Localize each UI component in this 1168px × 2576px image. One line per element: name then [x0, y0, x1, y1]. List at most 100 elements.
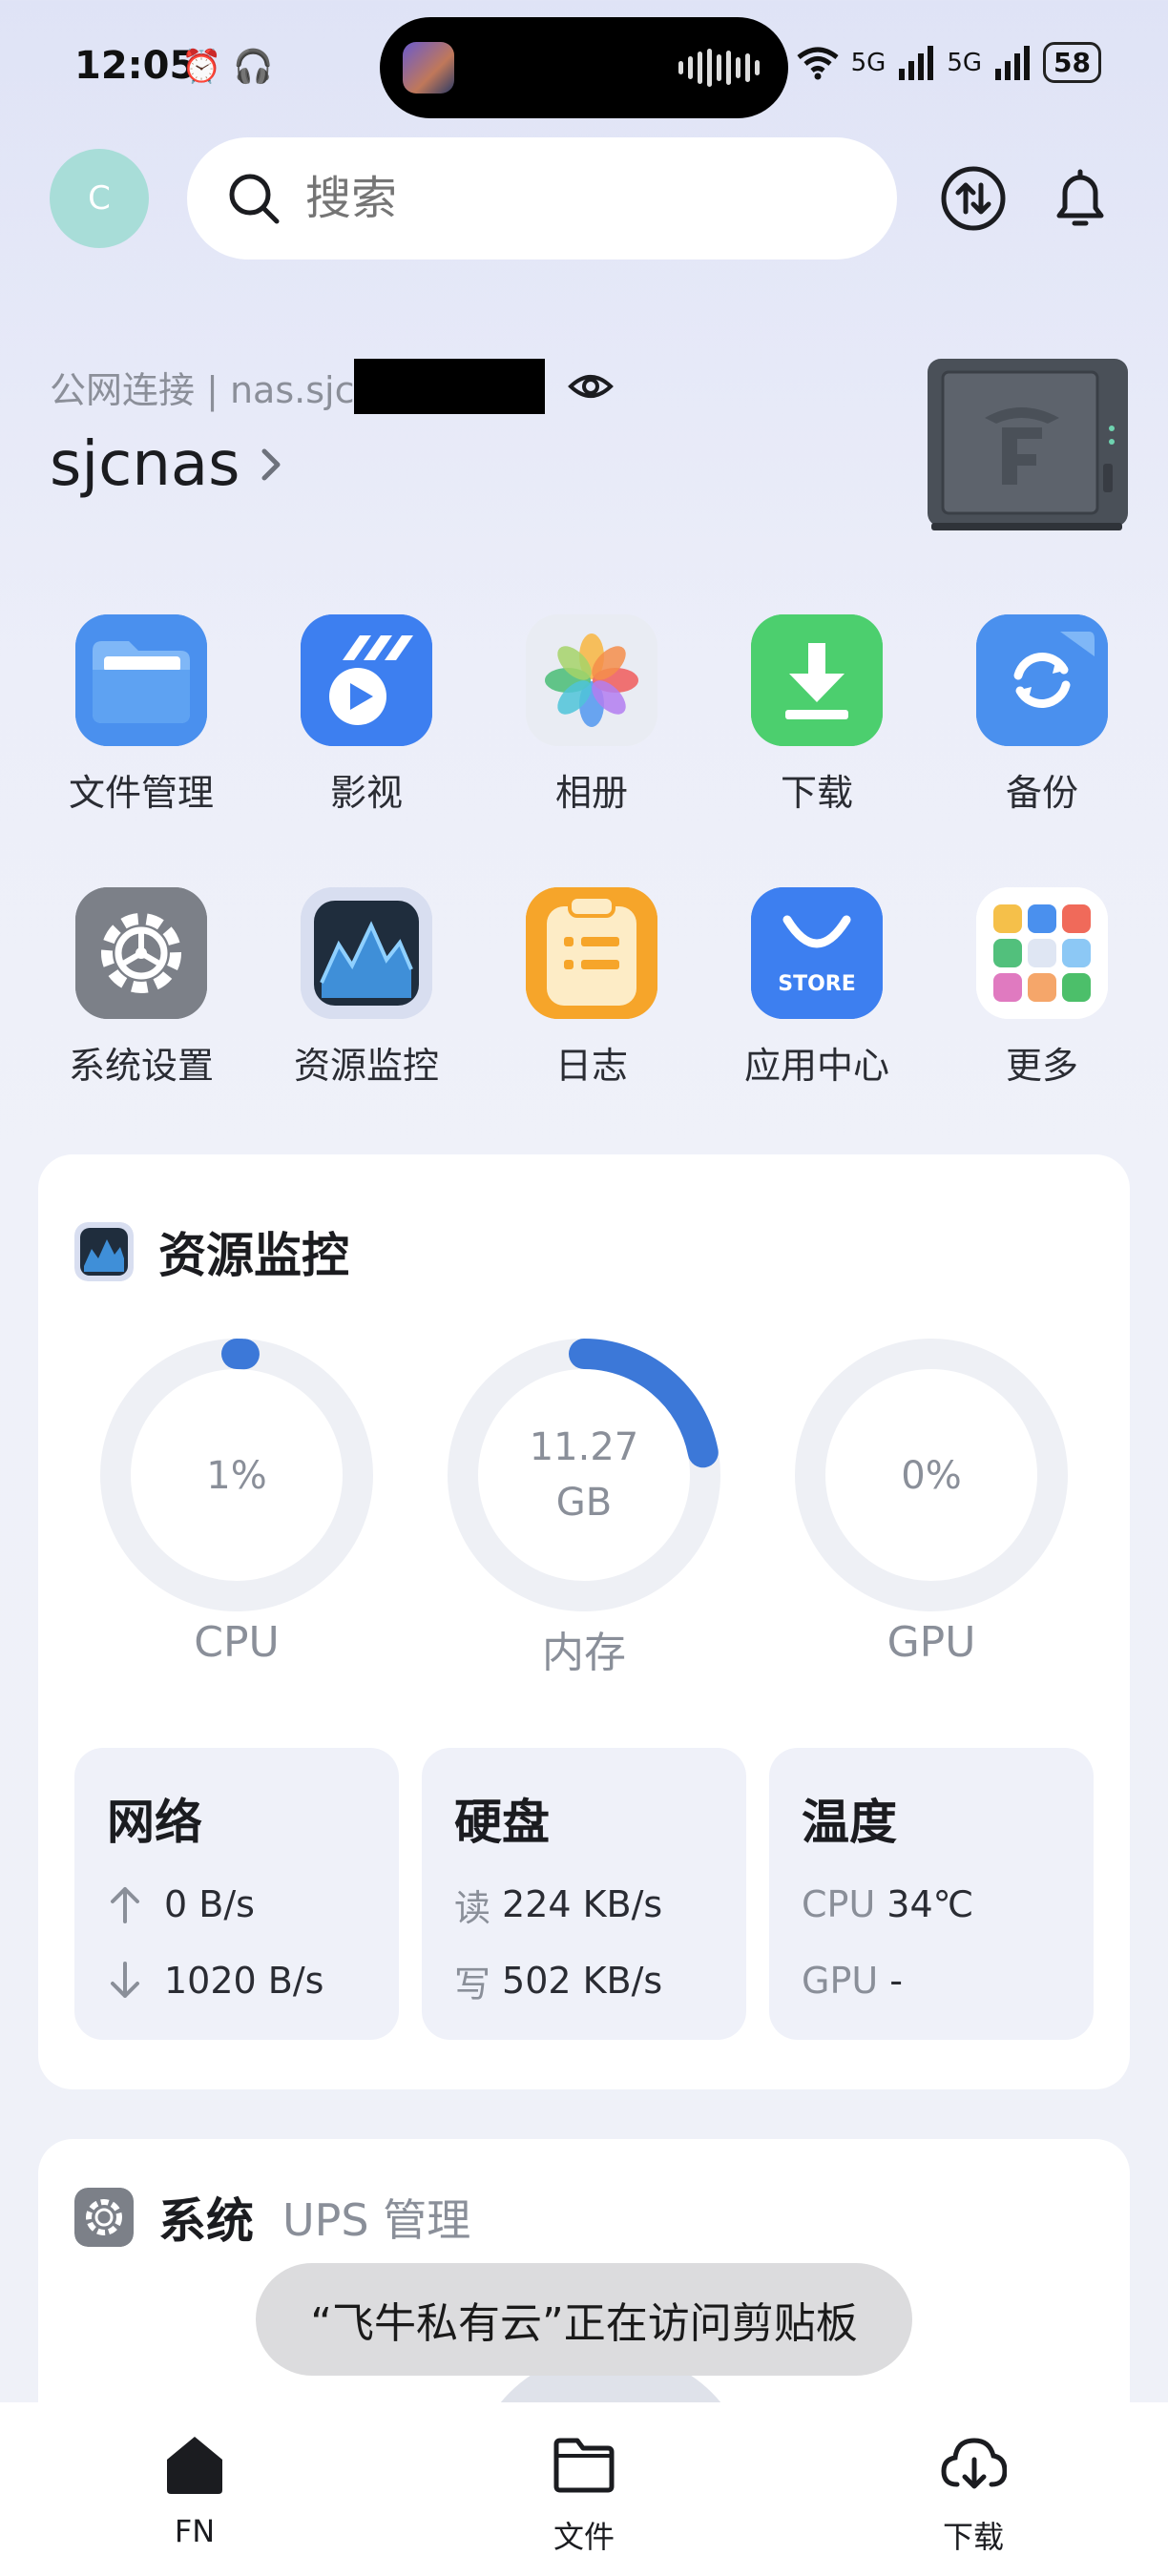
- now-playing-avatar: [403, 42, 454, 93]
- gauges: 1% CPU 11.27 GB 内存 0% GPU: [38, 1332, 1130, 1685]
- log-icon: [526, 887, 657, 1019]
- ups-management-link[interactable]: UPS 管理: [282, 2186, 470, 2249]
- app-label: 日志: [554, 1045, 628, 1087]
- card-title: 资源监控: [158, 1228, 349, 1283]
- disk-read-key: 读: [454, 1886, 491, 1929]
- eye-icon[interactable]: [568, 364, 615, 409]
- temp-gpu-value: -: [889, 1960, 903, 2002]
- app-log[interactable]: 日志: [479, 880, 704, 1153]
- stat-title: 温度: [802, 1795, 897, 1850]
- app-label: 应用中心: [743, 1045, 889, 1087]
- user-avatar[interactable]: C: [50, 149, 149, 248]
- app-backup[interactable]: 备份: [929, 607, 1155, 880]
- card-title: 系统: [158, 2193, 254, 2249]
- store-icon: STORE: [751, 887, 883, 1019]
- store-badge: STORE: [778, 972, 856, 996]
- status-left-icons: ⏰ 🎧: [181, 48, 274, 86]
- status-right: 5G 5G 58: [796, 42, 1101, 83]
- network-down-value: 1020 B/s: [164, 1960, 324, 2002]
- temp-gpu: GPU -: [802, 1956, 1094, 2005]
- nav-files[interactable]: 文件: [489, 2431, 679, 2557]
- network-box[interactable]: 网络 0 B/s 1020 B/s: [74, 1748, 399, 2040]
- connection-text: 公网连接 | nas.sjc: [50, 368, 355, 411]
- network-label-2: 5G: [947, 48, 983, 77]
- photos-icon: [526, 614, 657, 746]
- disk-write: 写 502 KB/s: [454, 1956, 746, 2005]
- gauge-value: 11.27 GB: [529, 1425, 639, 1525]
- monitor-icon: [301, 887, 432, 1019]
- disk-read-value: 224 KB/s: [502, 1883, 663, 1925]
- gauge-label: CPU: [194, 1618, 280, 1667]
- disk-write-value: 502 KB/s: [502, 1960, 663, 2002]
- app-label: 影视: [329, 772, 403, 814]
- app-photos[interactable]: 相册: [479, 607, 704, 880]
- temp-cpu-value: 34℃: [886, 1883, 974, 1925]
- download-icon: [751, 614, 883, 746]
- bell-icon[interactable]: [1046, 164, 1115, 233]
- disk-box[interactable]: 硬盘 读 224 KB/s 写 502 KB/s: [422, 1748, 746, 2040]
- network-up-value: 0 B/s: [164, 1883, 255, 1925]
- nav-label: 文件: [553, 2519, 615, 2555]
- nav-label: 下载: [942, 2519, 1004, 2555]
- app-resource-monitor[interactable]: 资源监控: [254, 880, 479, 1153]
- monitor-icon: [74, 1222, 134, 1281]
- network-down: 1020 B/s: [107, 1956, 399, 2005]
- gauge-cpu: 1% CPU: [94, 1332, 380, 1685]
- app-label: 相册: [554, 772, 628, 814]
- search-icon: [229, 174, 280, 224]
- app-more[interactable]: 更多: [929, 880, 1155, 1153]
- dynamic-island[interactable]: [380, 17, 788, 118]
- app-settings[interactable]: 系统设置: [29, 880, 254, 1153]
- gauge-memory: 11.27 GB 内存: [441, 1332, 727, 1685]
- disk-read: 读 224 KB/s: [454, 1880, 746, 1929]
- app-label: 更多: [1005, 1045, 1078, 1087]
- disk-write-key: 写: [454, 1963, 491, 2005]
- nas-name: sjcnas: [50, 429, 240, 500]
- backup-icon: [976, 614, 1108, 746]
- cloud-download-icon: [941, 2438, 1008, 2489]
- app-download[interactable]: 下载: [704, 607, 929, 880]
- nas-name-link[interactable]: sjcnas: [50, 429, 285, 500]
- gauge-gpu: 0% GPU: [788, 1332, 1074, 1685]
- app-grid: 文件管理 影视 相册 下载 备份 系统设置 资源监控 日志 STORE 应用中心…: [29, 607, 1155, 1153]
- card-header: 资源监控: [74, 1217, 349, 1286]
- app-store[interactable]: STORE 应用中心: [704, 880, 929, 1153]
- video-icon: [301, 614, 432, 746]
- stat-boxes: 网络 0 B/s 1020 B/s 硬盘 读 224 KB/s 写 502 KB…: [74, 1748, 1094, 2040]
- transfer-icon[interactable]: [939, 164, 1008, 233]
- app-label: 系统设置: [68, 1045, 214, 1087]
- temperature-box[interactable]: 温度 CPU 34℃ GPU -: [769, 1748, 1094, 2040]
- settings-icon: [75, 887, 207, 1019]
- stat-title: 硬盘: [454, 1795, 550, 1850]
- chevron-right-icon: [261, 448, 281, 481]
- search-bar[interactable]: [187, 137, 897, 260]
- temp-gpu-key: GPU: [802, 1960, 879, 2002]
- arrow-up-icon: [111, 1887, 139, 1923]
- nav-download[interactable]: 下载: [878, 2431, 1069, 2557]
- folder-icon: [553, 2438, 615, 2493]
- app-label: 下载: [780, 772, 853, 814]
- resource-monitor-card[interactable]: 资源监控 1% CPU 11.27 GB 内存 0% GPU 网络 0 B/s …: [38, 1154, 1130, 2089]
- gauge-label: 内存: [542, 1629, 626, 1677]
- search-input[interactable]: [305, 172, 840, 225]
- signal-icon-1: [899, 45, 934, 80]
- folder-icon: [75, 614, 207, 746]
- home-icon: [167, 2437, 222, 2494]
- status-time: 12:05: [74, 44, 197, 88]
- app-video[interactable]: 影视: [254, 607, 479, 880]
- network-up: 0 B/s: [107, 1880, 399, 1929]
- network-label-1: 5G: [850, 48, 886, 77]
- signal-icon-2: [995, 45, 1031, 80]
- app-label: 备份: [1005, 772, 1078, 814]
- nas-device-image: [928, 359, 1128, 530]
- app-label: 文件管理: [68, 772, 214, 814]
- stat-title: 网络: [107, 1795, 202, 1850]
- battery-icon: 58: [1043, 42, 1101, 83]
- app-file-manager[interactable]: 文件管理: [29, 607, 254, 880]
- arrow-down-icon: [111, 1962, 139, 1998]
- nav-fn[interactable]: FN: [99, 2431, 290, 2549]
- clipboard-toast: “飞牛私有云”正在访问剪贴板: [256, 2263, 912, 2376]
- headphones-icon: 🎧: [233, 48, 274, 86]
- app-label: 资源监控: [293, 1045, 439, 1087]
- temp-cpu-key: CPU: [802, 1883, 876, 1925]
